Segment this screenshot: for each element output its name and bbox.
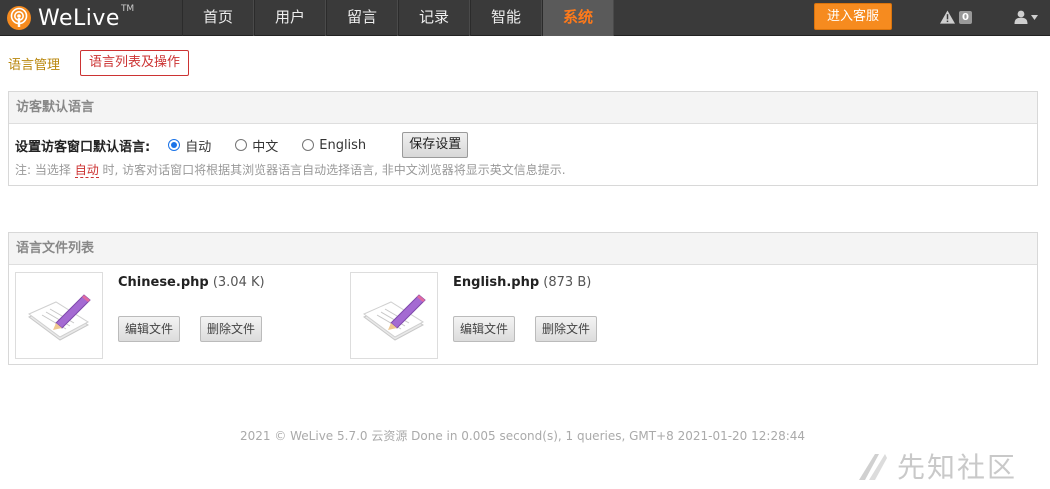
save-settings-button[interactable]: 保存设置 xyxy=(402,132,469,158)
radio-english[interactable]: English xyxy=(302,138,366,153)
file-size: (873 B) xyxy=(543,275,592,290)
nav-messages[interactable]: 留言 xyxy=(326,0,398,36)
watermark: 先知社区 xyxy=(855,446,1017,486)
document-edit-icon xyxy=(28,294,91,341)
delete-file-button[interactable]: 删除文件 xyxy=(535,316,598,342)
user-icon xyxy=(1014,10,1028,24)
nav-system[interactable]: 系统 xyxy=(542,0,614,36)
alert-count-badge: 0 xyxy=(959,10,972,24)
brand-name: WeLive xyxy=(38,5,120,31)
radio-auto[interactable]: 自动 xyxy=(168,136,211,155)
radio-dot[interactable] xyxy=(302,139,315,151)
section-label: 语言管理 xyxy=(8,57,61,73)
top-navbar: WeLive TM 首页 用户 留言 记录 智能 系统 进入客服 0 xyxy=(0,0,1050,36)
enter-service-button[interactable]: 进入客服 xyxy=(814,3,892,30)
watermark-logo-icon xyxy=(859,454,887,480)
note-highlight: 自动 xyxy=(74,163,99,178)
panel-title: 语言文件列表 xyxy=(9,233,1037,265)
file-title: Chinese.php (3.04 K) xyxy=(118,275,265,290)
podcast-icon xyxy=(7,6,31,30)
radio-label: 中文 xyxy=(252,139,279,155)
file-title: English.php (873 B) xyxy=(453,275,591,290)
brand-logo[interactable]: WeLive TM xyxy=(0,0,182,36)
nav-records[interactable]: 记录 xyxy=(398,0,470,36)
file-thumbnail xyxy=(15,272,103,359)
radio-dot[interactable] xyxy=(235,139,248,151)
sub-nav: 语言管理 语言列表及操作 xyxy=(8,50,190,76)
default-language-label: 设置访客窗口默认语言: xyxy=(15,139,151,155)
note-prefix: 注: 当选择 xyxy=(15,163,71,177)
nav-home[interactable]: 首页 xyxy=(182,0,254,36)
caret-down-icon xyxy=(1031,14,1038,20)
delete-file-button[interactable]: 删除文件 xyxy=(200,316,263,342)
default-language-panel: 访客默认语言 设置访客窗口默认语言: 自动 中文 English 保存设置 注:… xyxy=(8,91,1038,186)
default-language-form: 设置访客窗口默认语言: 自动 中文 English 保存设置 xyxy=(15,132,469,158)
file-name: English.php xyxy=(453,275,540,290)
radio-label: English xyxy=(319,137,367,153)
file-name: Chinese.php xyxy=(118,275,209,290)
note-suffix: 时, 访客对话窗口将根据其浏览器语言自动选择语言, 非中文浏览器将显示英文信息提… xyxy=(102,163,566,177)
edit-file-button[interactable]: 编辑文件 xyxy=(453,316,516,342)
radio-label: 自动 xyxy=(185,139,212,155)
file-size: (3.04 K) xyxy=(212,275,265,290)
footer-text: 2021 © WeLive 5.7.0 云资源 Done in 0.005 se… xyxy=(239,429,806,443)
brand-tm: TM xyxy=(120,4,135,14)
edit-file-button[interactable]: 编辑文件 xyxy=(118,316,181,342)
tab-language-list[interactable]: 语言列表及操作 xyxy=(80,50,190,76)
main-nav: 首页 用户 留言 记录 智能 系统 xyxy=(182,0,614,36)
alerts-button[interactable]: 0 xyxy=(940,10,972,24)
panel-title: 访客默认语言 xyxy=(9,92,1037,124)
radio-chinese[interactable]: 中文 xyxy=(235,136,278,155)
radio-dot[interactable] xyxy=(168,139,181,151)
file-thumbnail xyxy=(350,272,438,359)
language-files-panel: 语言文件列表 Chinese.php (3.04 K) 编辑文件 删除文件 En… xyxy=(8,232,1038,365)
nav-users[interactable]: 用户 xyxy=(254,0,326,36)
user-menu[interactable] xyxy=(1014,10,1038,24)
warning-icon xyxy=(940,10,955,24)
document-edit-icon xyxy=(363,294,426,341)
nav-smart[interactable]: 智能 xyxy=(470,0,542,36)
help-note: 注: 当选择 自动 时, 访客对话窗口将根据其浏览器语言自动选择语言, 非中文浏… xyxy=(15,161,566,178)
watermark-text: 先知社区 xyxy=(897,451,1018,484)
